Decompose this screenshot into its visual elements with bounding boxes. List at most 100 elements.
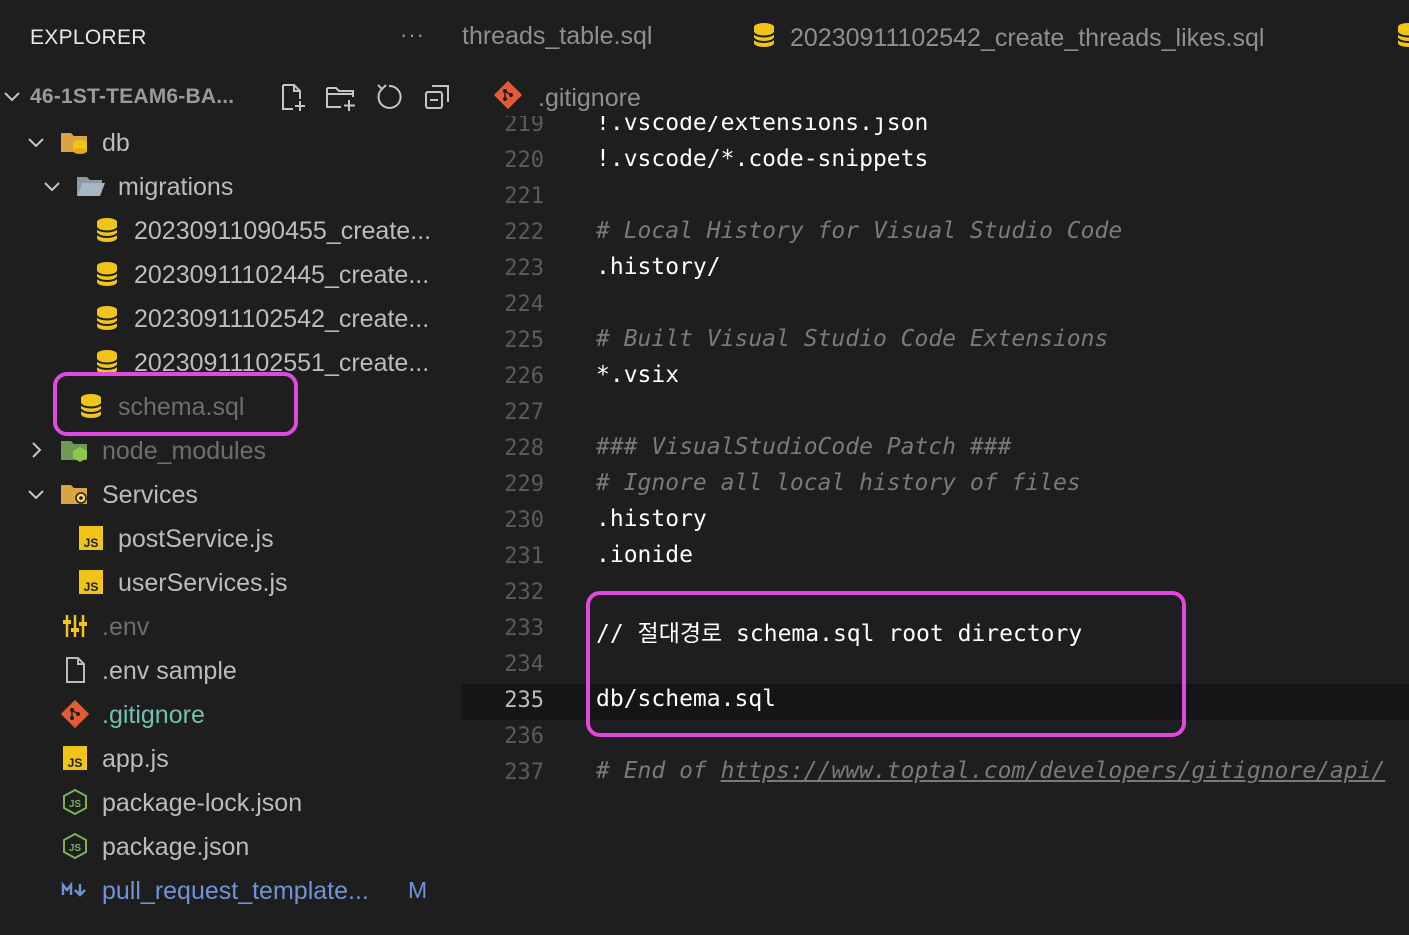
tree-folder-node-modules[interactable]: node_modules xyxy=(0,428,462,472)
tree-file-app-js[interactable]: JS app.js xyxy=(0,736,462,780)
line-number: 219 xyxy=(504,116,544,137)
code-line[interactable]: 231 .ionide xyxy=(462,540,1409,576)
database-icon xyxy=(752,22,776,55)
tree-file-gitignore[interactable]: .gitignore xyxy=(0,692,462,736)
more-actions-icon[interactable]: ··· xyxy=(400,22,425,48)
tab-label-threads-table-sql: threads_table.sql xyxy=(462,22,653,50)
code-text: .ionide xyxy=(596,542,693,568)
tree-file-userservices-js[interactable]: JS userServices.js xyxy=(0,560,462,604)
tree-label-app-js: app.js xyxy=(102,745,169,773)
code-line[interactable]: 227 xyxy=(462,396,1409,432)
tree-label-env-sample: .env sample xyxy=(102,657,237,685)
line-number: 234 xyxy=(504,652,544,677)
code-line[interactable]: 226 *.vsix xyxy=(462,360,1409,396)
tab-label-create-threads-likes-sql: 20230911102542_create_threads_likes.sql xyxy=(790,24,1265,52)
code-line[interactable]: 219 !.vscode/extensions.json xyxy=(462,116,1409,144)
code-line[interactable]: 224 xyxy=(462,288,1409,324)
line-number: 223 xyxy=(504,256,544,281)
chevron-right-icon[interactable] xyxy=(26,440,46,460)
code-text-content: # Local History for Visual Studio Code xyxy=(596,218,1123,244)
tree-file-migration-3[interactable]: 20230911102542_create... xyxy=(0,296,462,340)
tree-label-migration-4: 20230911102551_create... xyxy=(134,349,430,377)
code-line[interactable]: 237 # End of https://www.toptal.com/devel… xyxy=(462,756,1409,792)
code-line[interactable]: 228 ### VisualStudioCode Patch ### xyxy=(462,432,1409,468)
tree-label-gitignore: .gitignore xyxy=(102,701,205,729)
line-number: 227 xyxy=(504,400,544,425)
tab-create-threads-likes-sql[interactable]: 20230911102542_create_threads_likes.sql xyxy=(752,22,1264,55)
editor-tab-bar: threads_table.sql 20230911102542_create_… xyxy=(462,0,1409,78)
git-icon xyxy=(493,80,523,116)
breadcrumb[interactable]: .gitignore xyxy=(493,80,641,116)
code-text-content: *.vsix xyxy=(596,362,680,388)
workspace-root-label: 46-1ST-TEAM6-BA... xyxy=(30,85,235,108)
database-icon xyxy=(92,260,122,288)
code-text-content: !.vscode/extensions.json xyxy=(596,116,929,136)
refresh-icon[interactable] xyxy=(372,80,406,114)
js-file-icon: JS xyxy=(76,524,106,552)
code-link[interactable]: https://www.toptal.com/developers/gitign… xyxy=(721,758,1386,784)
tree-file-package-json[interactable]: JS package.json xyxy=(0,824,462,868)
chevron-down-icon[interactable] xyxy=(26,484,46,504)
tree-file-migration-2[interactable]: 20230911102445_create... xyxy=(0,252,462,296)
code-text: db/schema.sql xyxy=(596,686,776,712)
code-line[interactable]: 220 !.vscode/*.code-snippets xyxy=(462,144,1409,180)
svg-text:JS: JS xyxy=(68,756,83,770)
chevron-down-icon[interactable] xyxy=(2,86,22,106)
chevron-down-icon[interactable] xyxy=(42,176,62,196)
new-file-icon[interactable] xyxy=(276,80,310,114)
code-line[interactable]: 236 xyxy=(462,720,1409,756)
tree-file-migration-1[interactable]: 20230911090455_create... xyxy=(0,208,462,252)
database-icon xyxy=(92,348,122,376)
tree-folder-services[interactable]: Services xyxy=(0,472,462,516)
workspace-root-row[interactable]: 46-1ST-TEAM6-BA... xyxy=(0,76,462,120)
code-text: ### VisualStudioCode Patch ### xyxy=(596,434,1011,460)
tree-file-pull-request-template[interactable]: pull_request_template... M xyxy=(0,868,462,912)
code-line[interactable]: 233 // 절대경로 schema.sql root directory xyxy=(462,612,1409,648)
collapse-all-icon[interactable] xyxy=(420,80,454,114)
tree-folder-migrations[interactable]: migrations xyxy=(0,164,462,208)
tab-threads-table-sql[interactable]: threads_table.sql xyxy=(462,22,652,51)
tree-file-package-lock-json[interactable]: JS package-lock.json xyxy=(0,780,462,824)
code-text-content: # End of xyxy=(596,758,721,784)
code-text: // 절대경로 schema.sql root directory xyxy=(596,614,1082,648)
database-folder-icon xyxy=(60,128,90,156)
code-text: # Built Visual Studio Code Extensions xyxy=(596,326,1108,352)
line-number: 229 xyxy=(504,472,544,497)
code-text-content: ### VisualStudioCode Patch ### xyxy=(596,434,1012,460)
line-number: 235 xyxy=(504,688,544,713)
code-text: # End of https://www.toptal.com/develope… xyxy=(596,758,1385,784)
tree-file-env-sample[interactable]: .env sample xyxy=(0,648,462,692)
git-icon xyxy=(60,700,90,728)
code-editor[interactable]: 219 !.vscode/extensions.json 220 !.vscode/*… xyxy=(462,116,1409,935)
code-text: *.vsix xyxy=(596,362,679,388)
code-text-content: # Ignore all local history of files xyxy=(596,470,1081,496)
code-line[interactable]: 223 .history/ xyxy=(462,252,1409,288)
code-line[interactable]: 235 db/schema.sql xyxy=(462,684,1409,720)
database-icon xyxy=(92,216,122,244)
new-folder-icon[interactable] xyxy=(324,80,358,114)
code-line[interactable]: 230 .history xyxy=(462,504,1409,540)
code-line[interactable]: 221 xyxy=(462,180,1409,216)
tree-file-env[interactable]: .env xyxy=(0,604,462,648)
tree-file-migration-4[interactable]: 20230911102551_create... xyxy=(0,340,462,384)
tree-folder-db[interactable]: db xyxy=(0,120,462,164)
code-line[interactable]: 234 xyxy=(462,648,1409,684)
tab-next-partial[interactable] xyxy=(1396,22,1409,55)
code-text-content: .ionide xyxy=(596,542,693,568)
svg-text:JS: JS xyxy=(69,843,82,854)
tree-label-schema-sql: schema.sql xyxy=(118,393,245,421)
code-text: !.vscode/*.code-snippets xyxy=(596,146,928,172)
env-settings-icon xyxy=(60,612,90,640)
tree-label-node-modules: node_modules xyxy=(102,437,267,465)
tree-file-schema-sql[interactable]: schema.sql xyxy=(0,384,462,428)
tree-file-postservice-js[interactable]: JS postService.js xyxy=(0,516,462,560)
code-line[interactable]: 232 xyxy=(462,576,1409,612)
explorer-title: EXPLORER xyxy=(30,26,147,49)
file-icon xyxy=(60,656,90,684)
code-line[interactable]: 222 # Local History for Visual Studio Cod… xyxy=(462,216,1409,252)
chevron-down-icon[interactable] xyxy=(26,132,46,152)
tree-label-services: Services xyxy=(102,481,198,509)
svg-text:JS: JS xyxy=(84,536,99,550)
code-line[interactable]: 225 # Built Visual Studio Code Extensions xyxy=(462,324,1409,360)
code-line[interactable]: 229 # Ignore all local history of files xyxy=(462,468,1409,504)
